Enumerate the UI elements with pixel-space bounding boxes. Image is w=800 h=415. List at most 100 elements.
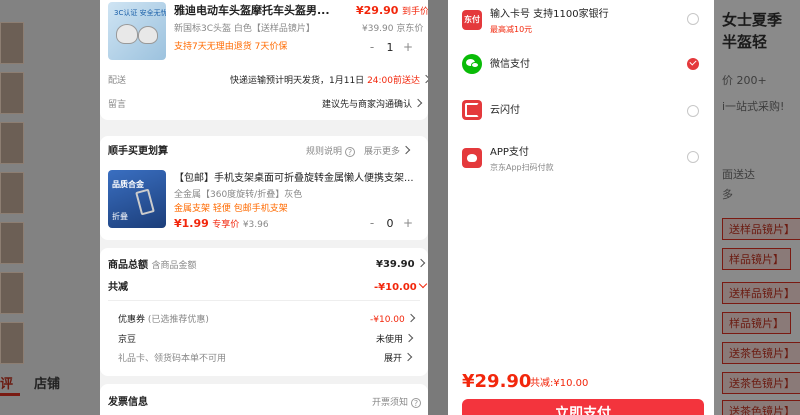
addon-image-badge: 折叠: [112, 212, 128, 221]
payment-method-app[interactable]: APP支付 京东App扫码付款: [448, 146, 714, 176]
jd-bank-card-icon: 东付: [462, 10, 482, 30]
quantity-minus-button[interactable]: -: [365, 216, 379, 230]
addon-price: ¥1.99: [174, 217, 209, 230]
payment-method-promo: 最高减10元: [490, 25, 533, 34]
discount-value-row[interactable]: -¥10.00: [374, 279, 427, 295]
background-tab-reviews: 评: [0, 377, 14, 392]
chevron-right-icon: [416, 258, 425, 268]
payment-method-name: APP支付: [490, 147, 529, 158]
addon-original-price: ¥3.96: [242, 220, 269, 230]
giftcard-label: 礼品卡、领货码本单不可用: [118, 354, 227, 364]
note-label: 留言: [108, 100, 127, 110]
background-tab-indicator: [0, 393, 20, 396]
payment-total-amount: ¥29.90: [462, 371, 532, 392]
total-value-row[interactable]: ¥39.90: [376, 258, 425, 272]
addon-card: 顺手买更划算 规则说明? 展示更多 品质合金 折叠 【包邮】手机支架桌面可折叠旋…: [100, 136, 428, 240]
product-card: 3C认证 安全无忧 雅迪电动车头盔摩托车头盔男... ¥29.90 到手价 新国…: [100, 0, 428, 120]
background-page-left: 评 店铺: [0, 0, 100, 415]
background-thumbnail: [0, 72, 24, 114]
product-jd-price: ¥39.90 京东价: [362, 24, 424, 34]
payment-radio[interactable]: [687, 151, 699, 163]
addon-quantity-stepper: - 0 +: [365, 214, 415, 232]
coupon-value-row[interactable]: -¥10.00: [370, 313, 415, 327]
divider: [108, 300, 420, 301]
chevron-right-icon: [403, 352, 413, 362]
phone-stand-icon: [135, 188, 155, 216]
payment-radio-selected[interactable]: [687, 58, 699, 70]
quantity-plus-button[interactable]: +: [401, 216, 415, 230]
addon-item-spec[interactable]: 全金属【360度旋转/折叠】灰色: [174, 188, 302, 202]
payment-method-wechat[interactable]: 微信支付: [448, 54, 714, 78]
payment-method-name: 微信支付: [490, 59, 530, 70]
jingdou-value-row[interactable]: 未使用: [376, 333, 414, 347]
payment-radio[interactable]: [687, 13, 699, 25]
addon-rules-label: 规则说明: [306, 147, 343, 157]
delivery-deadline: 24:00前送达: [367, 76, 420, 86]
background-tab-store: 店铺: [34, 377, 61, 392]
total-value: ¥39.90: [376, 259, 415, 270]
addon-rules-link[interactable]: 规则说明?: [306, 145, 356, 159]
product-service-tags: 支持7天无理由退货 7天价保: [174, 42, 288, 52]
payment-radio[interactable]: [687, 105, 699, 117]
product-image-badge: 3C认证 安全无忧: [114, 9, 166, 17]
addon-price-block: ¥1.99 专享价 ¥3.96: [174, 217, 269, 232]
background-text: i一站式采购!: [722, 100, 785, 113]
quantity-value[interactable]: 1: [379, 41, 401, 54]
giftcard-expand-row[interactable]: 展开: [384, 352, 413, 366]
coupon-value: -¥10.00: [370, 315, 405, 325]
background-spec-chip: 送茶色镜片】: [722, 400, 800, 415]
coupon-label: 优惠券: [118, 315, 146, 325]
background-spec-chip: 样品镜片】: [722, 312, 791, 334]
addon-more-link[interactable]: 展示更多: [364, 145, 411, 159]
product-price-block: ¥29.90 到手价: [356, 4, 428, 19]
background-text: 多: [722, 188, 733, 201]
note-value: 建议先与商家沟通确认: [322, 100, 413, 110]
payment-saved-amount: 共减:¥10.00: [530, 378, 589, 389]
product-title[interactable]: 雅迪电动车头盔摩托车头盔男...: [174, 4, 330, 18]
background-product-title: 半盔轻: [722, 33, 768, 51]
addon-title: 顺手买更划算: [108, 146, 168, 157]
invoice-notice-link[interactable]: 开票须知?: [372, 396, 422, 410]
quantity-plus-button[interactable]: +: [401, 40, 415, 54]
order-panel: 3C认证 安全无忧 雅迪电动车头盔摩托车头盔男... ¥29.90 到手价 新国…: [100, 0, 428, 415]
product-quantity-stepper: - 1 +: [365, 38, 415, 56]
question-icon: ?: [411, 397, 422, 408]
wechat-pay-icon: [462, 54, 482, 74]
background-product-title: 女士夏季: [722, 11, 783, 29]
note-row[interactable]: 建议先与商家沟通确认: [322, 98, 423, 112]
addon-product-image[interactable]: 品质合金 折叠: [108, 170, 166, 228]
payment-method-name: 云闪付: [490, 105, 520, 116]
background-page-right: 女士夏季 半盔轻 价 200+ i一站式采购! 面送达 多 送样品镜片】 样品镜…: [714, 0, 800, 415]
product-spec[interactable]: 新国标3C头盔 白色【送样品镜片】: [174, 22, 315, 36]
quantity-minus-button[interactable]: -: [365, 40, 379, 54]
background-thumbnail: [0, 22, 24, 64]
product-price-tag: 到手价: [401, 7, 428, 17]
total-label: 商品总额: [108, 260, 148, 271]
background-spec-chip: 样品镜片】: [722, 248, 791, 270]
background-tab-bar: 评 店铺: [0, 368, 100, 396]
quantity-value[interactable]: 0: [379, 217, 401, 230]
jingdou-value: 未使用: [376, 335, 404, 345]
chevron-right-icon: [401, 145, 411, 155]
payment-method-name: 输入卡号 支持1100家银行: [490, 9, 609, 20]
product-image[interactable]: 3C认证 安全无忧: [108, 2, 166, 60]
jd-app-icon: [462, 148, 482, 168]
product-price: ¥29.90: [356, 4, 399, 17]
pay-now-button[interactable]: 立即支付: [462, 399, 704, 415]
coupon-sub-label: (已选推荐优惠): [147, 315, 209, 325]
background-spec-chip: 送茶色镜片】: [722, 372, 800, 394]
delivery-label: 配送: [108, 76, 127, 86]
addon-item-title[interactable]: 【包邮】手机支架桌面可折叠旋转金属懒人便携支架...: [174, 172, 414, 186]
question-icon: ?: [345, 146, 356, 157]
invoice-notice: 开票须知: [372, 398, 409, 408]
chevron-right-icon: [421, 74, 428, 84]
delivery-info-row[interactable]: 快递运输预计明天发货，1月11日 24:00前送达: [230, 74, 428, 88]
chevron-right-icon: [404, 333, 414, 343]
addon-item-tags: 金属支架 轻便 包邮手机支架: [174, 204, 288, 214]
addon-price-tag: 专享价: [212, 220, 240, 230]
helmet-icon: [116, 24, 138, 44]
background-thumbnail: [0, 172, 24, 214]
payment-method-unionpay[interactable]: 云闪付: [448, 100, 714, 124]
payment-method-bank-card[interactable]: 东付 输入卡号 支持1100家银行 最高减10元: [448, 6, 714, 38]
addon-more-label: 展示更多: [364, 147, 401, 157]
